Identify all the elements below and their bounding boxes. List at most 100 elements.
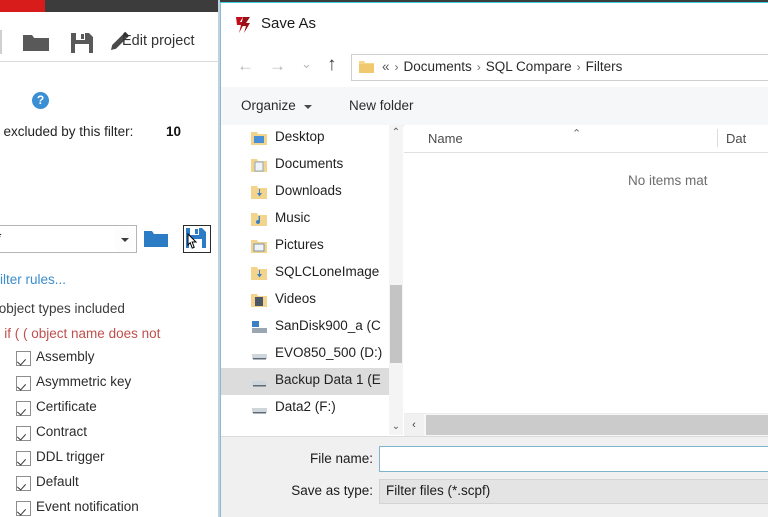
list-item[interactable]: Contract	[0, 421, 220, 446]
chevron-down-icon[interactable]	[115, 227, 135, 251]
up-one-level-icon[interactable]: ↑	[327, 55, 337, 74]
tree-item[interactable]: Documents	[221, 152, 403, 179]
dialog-title: Save As	[261, 15, 317, 32]
object-types-list[interactable]: Assembly Asymmetric key Certificate Contrac…	[0, 346, 220, 517]
filter-panel: ter ? jects excluded by this filter: 10 …	[0, 62, 220, 517]
downloads-folder-icon	[251, 266, 267, 281]
file-name-input[interactable]	[379, 446, 768, 472]
list-item[interactable]: Event notification	[0, 496, 220, 517]
checkbox[interactable]	[16, 401, 31, 416]
tree-item-label: Data2 (F:)	[275, 399, 336, 414]
drive-icon	[251, 347, 267, 362]
downloads-folder-icon	[251, 185, 267, 200]
scroll-down-icon[interactable]: ⌄	[389, 419, 403, 435]
list-item[interactable]: Certificate	[0, 396, 220, 421]
exclude-rule-text: ude if ( ( object name does not	[0, 326, 161, 341]
scroll-up-icon[interactable]: ⌃	[389, 125, 403, 141]
tree-item[interactable]: SanDisk900_a (C	[221, 314, 403, 341]
folder-icon	[359, 60, 374, 73]
list-item[interactable]: Default	[0, 471, 220, 496]
checkbox[interactable]	[16, 376, 31, 391]
edit-project-label[interactable]: Edit project	[122, 33, 195, 49]
file-list[interactable]: ⌃ Name Dat No items mat	[404, 125, 768, 413]
filter-select[interactable]: stom*	[0, 225, 137, 253]
open-filter-icon[interactable]	[143, 227, 169, 251]
scrollbar-thumb[interactable]	[390, 285, 402, 363]
column-header-date[interactable]: Dat	[726, 131, 746, 146]
save-as-type-value: Filter files (*.scpf)	[386, 483, 491, 498]
navigation-tree[interactable]: Desktop Documents Downloads Music Pictures SQ…	[221, 125, 403, 435]
breadcrumb-item[interactable]: Documents	[404, 59, 472, 74]
music-folder-icon	[251, 212, 267, 227]
tree-item[interactable]: Videos	[221, 287, 403, 314]
column-header-name[interactable]: Name	[428, 131, 463, 146]
new-folder-button[interactable]: New folder	[349, 98, 414, 113]
list-item[interactable]: DDL trigger	[0, 446, 220, 471]
file-list-header: ⌃ Name Dat	[404, 125, 768, 153]
list-item[interactable]: Asymmetric key	[0, 371, 220, 396]
excluded-objects-count: 10	[166, 124, 182, 139]
tree-item[interactable]: Desktop	[221, 125, 403, 152]
dialog-footer: File name: Save as type: Filter files (*…	[221, 436, 768, 517]
recent-locations-icon[interactable]: ⌄	[301, 57, 312, 71]
floppy-disk-icon[interactable]	[70, 32, 94, 59]
tree-item-label: Music	[275, 210, 311, 225]
list-item-label: Asymmetric key	[36, 374, 132, 389]
breadcrumb-prefix[interactable]: «	[382, 59, 390, 74]
list-item-label: Assembly	[36, 349, 95, 364]
scrollbar-thumb[interactable]	[426, 415, 768, 435]
excluded-objects-label: jects excluded by this filter:	[0, 124, 134, 139]
file-list-horizontal-scrollbar[interactable]: ‹	[404, 413, 768, 436]
tree-item[interactable]: EVO850_500 (D:)	[221, 341, 403, 368]
tree-item[interactable]: Backup Data 1 (E	[221, 368, 403, 395]
breadcrumb[interactable]: « › Documents › SQL Compare › Filters	[382, 59, 622, 74]
save-as-type-select[interactable]: Filter files (*.scpf)	[379, 479, 768, 504]
sort-ascending-icon[interactable]: ⌃	[572, 127, 581, 140]
checkbox[interactable]	[16, 426, 31, 441]
tree-item-label: SanDisk900_a (C	[275, 318, 381, 333]
tree-item[interactable]: SQLCLoneImage	[221, 260, 403, 287]
help-icon[interactable]: ?	[32, 92, 49, 109]
tree-item[interactable]: Data2 (F:)	[221, 395, 403, 422]
address-bar[interactable]: « › Documents › SQL Compare › Filters	[351, 54, 768, 81]
save-as-type-label: Save as type:	[291, 483, 373, 498]
tree-item-label: Pictures	[275, 237, 324, 252]
tree-item-label: Documents	[275, 156, 344, 171]
tree-item-label: Downloads	[275, 183, 342, 198]
tree-item-label: SQLCLoneImage	[275, 264, 380, 279]
breadcrumb-separator: ›	[476, 60, 481, 74]
checkbox[interactable]	[16, 501, 31, 516]
checkbox[interactable]	[16, 351, 31, 366]
tree-item[interactable]: Pictures	[221, 233, 403, 260]
open-folder-icon[interactable]	[22, 32, 50, 59]
chevron-down-icon[interactable]	[304, 105, 312, 109]
breadcrumb-item[interactable]: Filters	[586, 59, 623, 74]
custom-filter-rules-link[interactable]: tom filter rules...	[0, 272, 66, 287]
column-divider[interactable]	[717, 129, 718, 147]
tree-item-label: Videos	[275, 291, 317, 306]
included-types-text: All object types included	[0, 301, 125, 316]
tree-item[interactable]: Downloads	[221, 179, 403, 206]
tree-item[interactable]: Music	[221, 206, 403, 233]
checkbox[interactable]	[16, 476, 31, 491]
breadcrumb-item[interactable]: SQL Compare	[486, 59, 572, 74]
breadcrumb-separator: ›	[576, 60, 581, 74]
tree-item-label: Desktop	[275, 129, 325, 144]
list-item-label: Certificate	[36, 399, 97, 414]
organize-button[interactable]: Organize	[241, 98, 296, 113]
documents-folder-icon	[251, 158, 267, 173]
app-brand-accent	[0, 0, 45, 12]
pictures-folder-icon	[251, 239, 267, 254]
list-item-label: DDL trigger	[36, 449, 105, 464]
back-icon[interactable]: ←	[237, 57, 254, 74]
checkbox[interactable]	[16, 451, 31, 466]
forward-icon[interactable]: →	[269, 57, 286, 74]
dialog-navigation-bar: ← → ⌄ ↑ « › Documents › SQL Compare › Filters	[221, 45, 768, 87]
list-item[interactable]: Assembly	[0, 346, 220, 371]
file-name-label: File name:	[309, 451, 373, 466]
tree-scrollbar[interactable]: ⌃ ⌄	[389, 125, 403, 435]
screen: Edit project ter ? jects excluded by thi…	[0, 0, 768, 517]
sql-compare-icon	[233, 15, 253, 35]
scroll-left-icon[interactable]: ‹	[404, 414, 424, 436]
list-item-label: Contract	[36, 424, 88, 439]
